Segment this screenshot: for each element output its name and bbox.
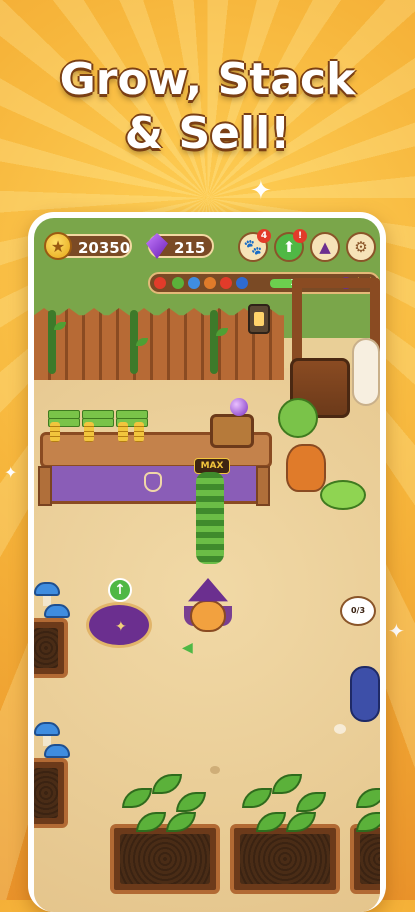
gem-counter: 215: [146, 233, 214, 259]
alert-badge: !: [293, 229, 307, 243]
lantern-icon: [248, 304, 270, 334]
headline-line-1: Grow, Stack: [59, 54, 356, 105]
rabbit-wizard-customer: [350, 666, 380, 722]
coin-counter: ★ 20350: [44, 232, 132, 260]
coin-stack-icon: [118, 422, 128, 442]
wizard-hat-icon: ▲: [319, 238, 331, 256]
gem-amount: 215: [174, 239, 206, 257]
coin-amount: 20350: [78, 239, 131, 257]
crystal-ball-icon: [230, 398, 248, 416]
coin-stack-icon: [84, 422, 94, 442]
sparkle-icon: ✦: [388, 619, 405, 643]
coin-icon: ★: [44, 232, 72, 260]
herb-plant[interactable]: [112, 768, 216, 848]
gear-icon: ⚙: [354, 238, 368, 256]
upgrade-arrow-icon[interactable]: ↑: [108, 578, 132, 602]
potion-icon: [204, 277, 216, 289]
coin-stack-icon: [134, 422, 144, 442]
paw-button[interactable]: 🐾 4: [238, 229, 271, 262]
wooden-fence: [34, 308, 284, 380]
game-screen[interactable]: ★ 20350 215 🐾 4 ⬆ ! ▲ ⚙ 22/23 ★★ MAX ↑ ✦…: [34, 218, 380, 912]
vine-decoration: [210, 310, 218, 374]
coin-stack-icon: [50, 422, 60, 442]
herb-plant[interactable]: [352, 768, 380, 848]
slime-customer: [320, 480, 366, 510]
cash-register[interactable]: [210, 414, 254, 448]
flask-icon: [144, 472, 162, 492]
settings-button[interactable]: ⚙: [346, 232, 376, 262]
dust-puff: [334, 724, 346, 734]
flask-icon: [236, 277, 248, 289]
phone-frame: ★ 20350 215 🐾 4 ⬆ ! ▲ ⚙ 22/23 ★★ MAX ↑ ✦…: [28, 212, 386, 912]
direction-arrow-icon: ◀: [182, 640, 193, 656]
notification-badge: 4: [257, 229, 271, 243]
counter-leg: [38, 466, 52, 506]
wizard-hat-button[interactable]: ▲: [310, 232, 340, 262]
sheep-customer: [352, 338, 380, 406]
clover-icon: [172, 277, 184, 289]
headline-line-2: & Sell!: [124, 108, 291, 159]
counter-leg: [256, 466, 270, 506]
vine-decoration: [48, 310, 56, 374]
sparkle-icon: ✦: [4, 463, 18, 482]
herb-plant[interactable]: [232, 768, 336, 848]
apple-icon: [220, 277, 232, 289]
gem-icon: [146, 233, 168, 259]
sparkle-icon: ✦: [250, 176, 272, 206]
player-cat-wizard: [184, 578, 232, 634]
pebble: [210, 766, 220, 774]
cat-body: [190, 600, 226, 632]
herb-stack: [196, 472, 224, 564]
mushroom-icon: [188, 277, 200, 289]
upgrade-pad[interactable]: ✦: [86, 602, 152, 648]
fox-customer: [286, 444, 326, 492]
star-icon: ✦: [115, 619, 127, 635]
turtle-customer: [278, 398, 318, 438]
mushroom-bed[interactable]: [34, 758, 68, 828]
upgrade-arrow-icon: ⬆: [282, 238, 296, 256]
heart-icon: [154, 277, 166, 289]
customer-request-bubble: 0/3: [340, 596, 376, 626]
upgrade-button[interactable]: ⬆ !: [274, 229, 307, 262]
wizard-hat-icon: [188, 578, 228, 602]
mushroom-bed[interactable]: [34, 618, 68, 678]
